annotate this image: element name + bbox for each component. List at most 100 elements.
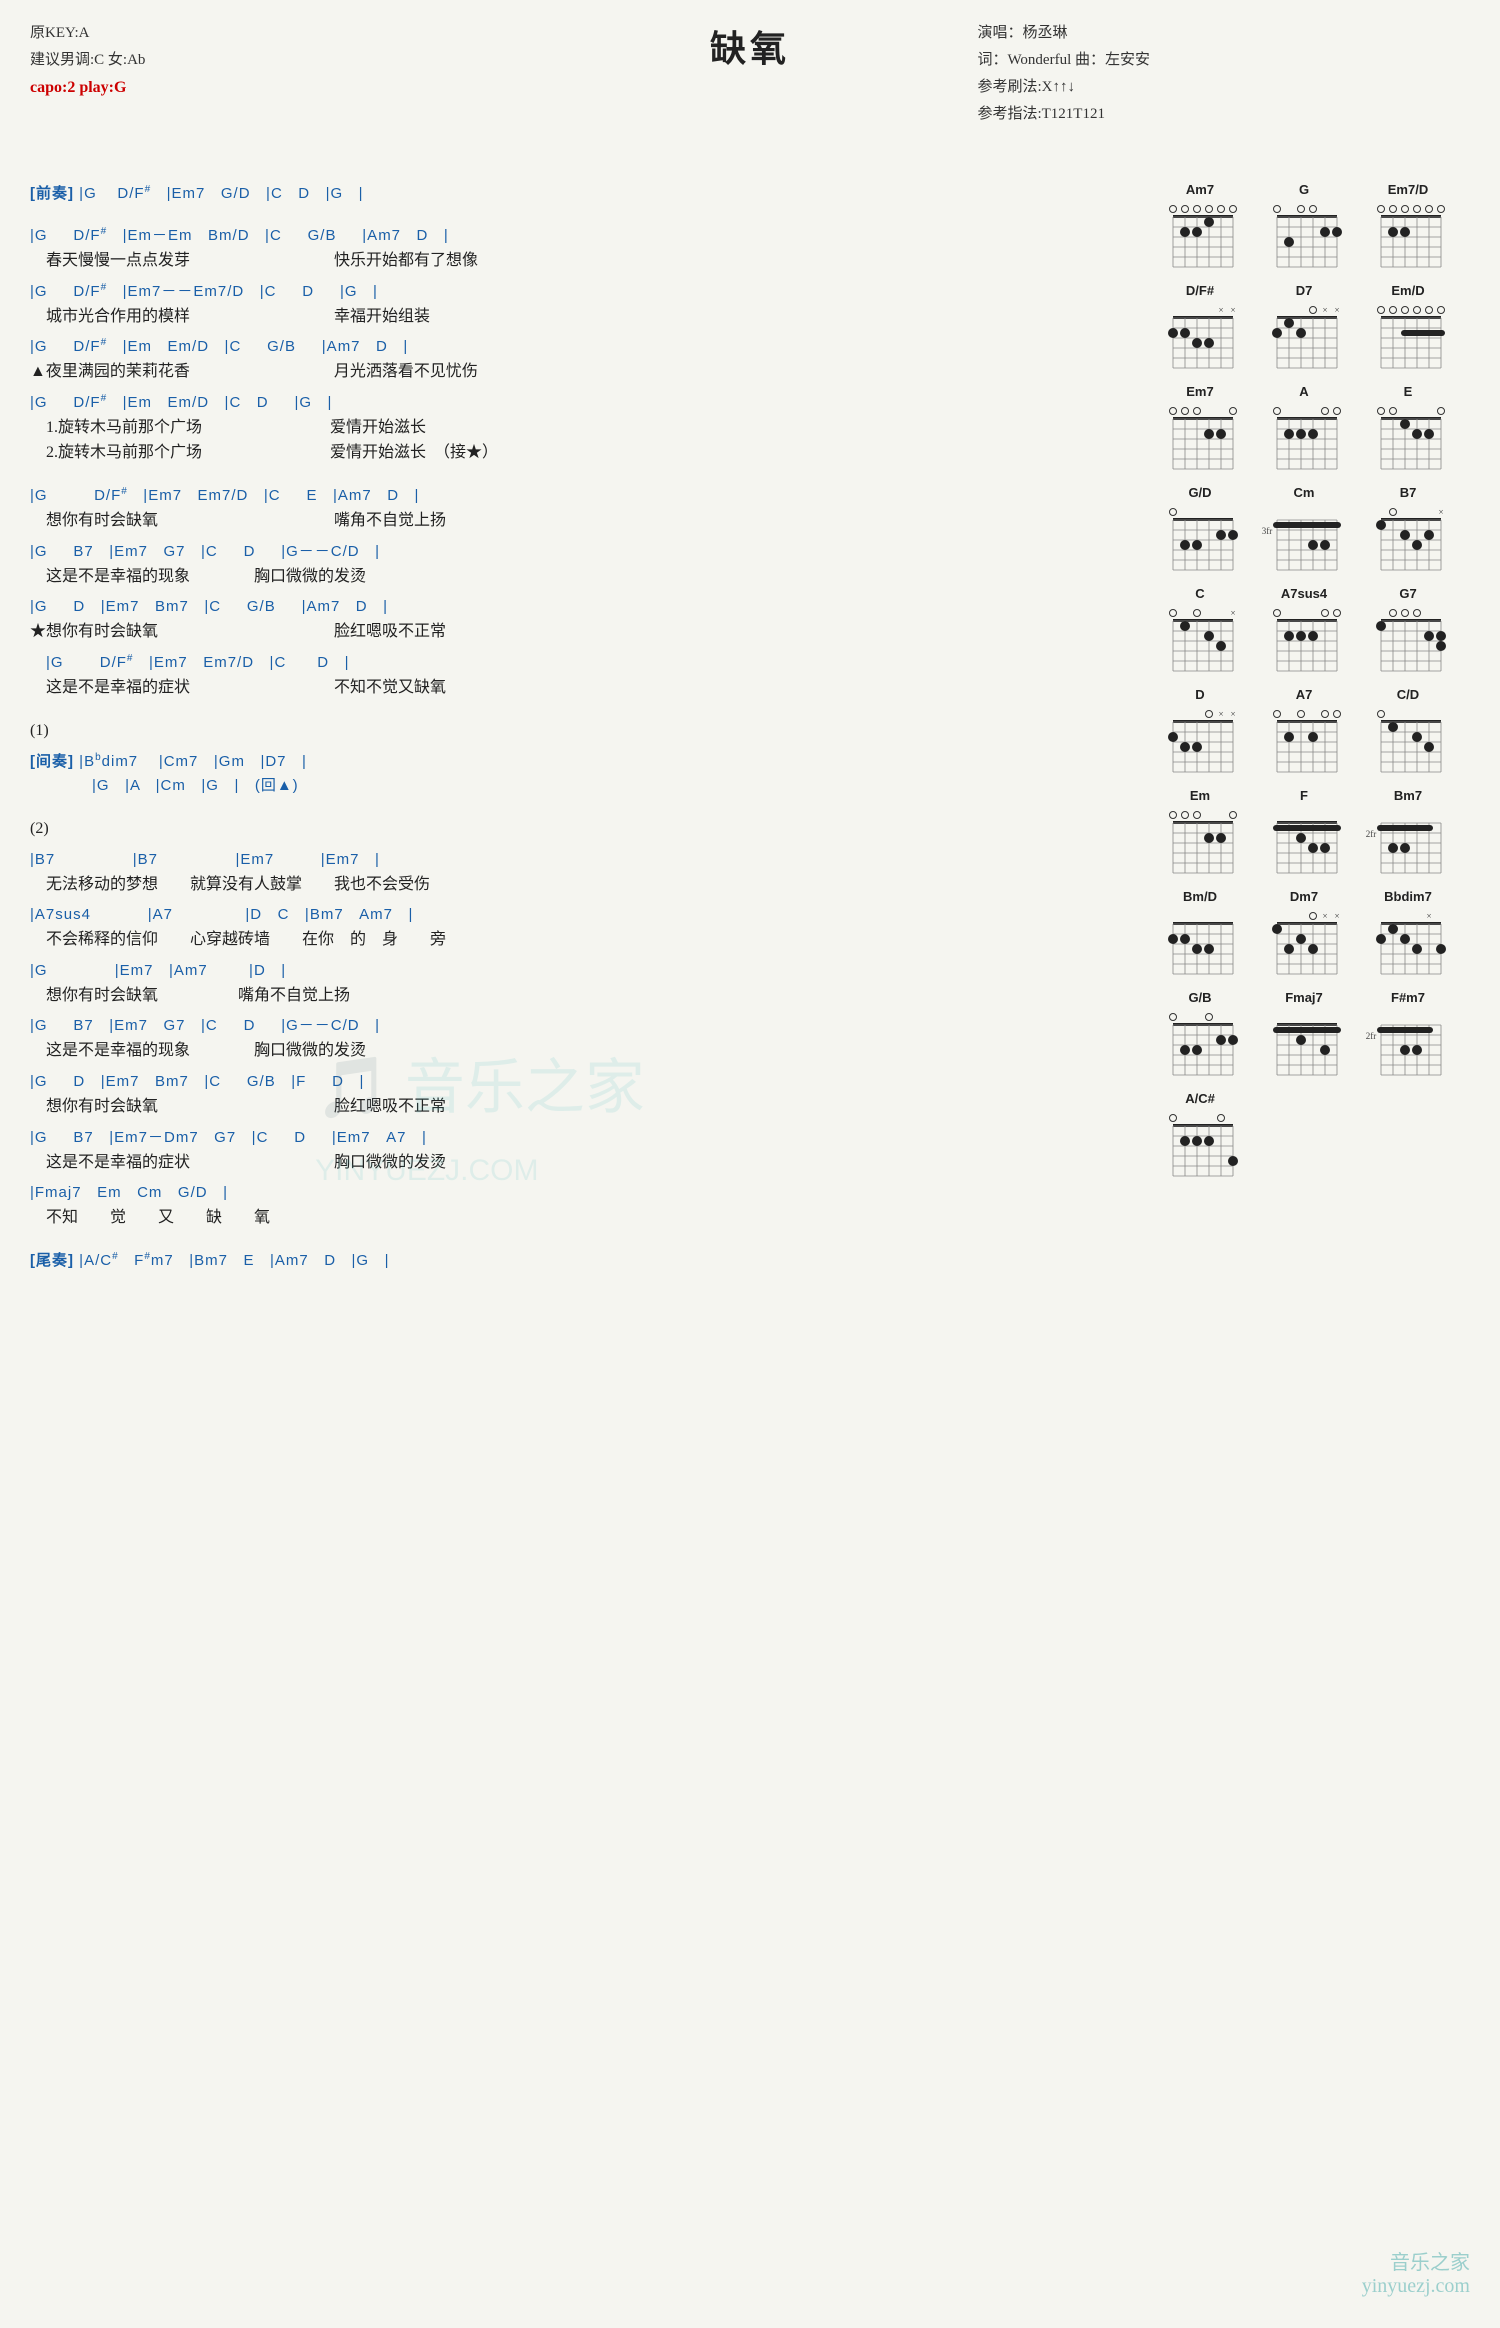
cl3-chords: |G D |Em7 Bm7 |C G/B |Am7 D | bbox=[30, 595, 1130, 619]
chord-diagram-b7: B7 × bbox=[1358, 485, 1458, 574]
v1l3-chords: |G D/F# |Em Em/D |C G/B |Am7 D | bbox=[30, 335, 1130, 359]
cl1-chords: |G D/F# |Em7 Em7/D |C E |Am7 D | bbox=[30, 484, 1130, 508]
bridge-line4: |G B7 |Em7 G7 |C D |G－－C/D | 这是不是幸福的现象 胸… bbox=[30, 1014, 1130, 1064]
cl4-chords: |G D/F# |Em7 Em7/D |C D | bbox=[30, 651, 1130, 675]
words-music: 词：Wonderful 曲：左安安 bbox=[977, 47, 1150, 74]
chord-name: C/D bbox=[1397, 687, 1419, 702]
bl3-lyrics: 想你有时会缺氧 嘴角不自觉上扬 bbox=[30, 983, 1130, 1009]
chord-name: Em bbox=[1190, 788, 1210, 803]
v1l4-lyrics1: 1.旋转木马前那个广场 爱情开始滋长 bbox=[30, 415, 1130, 441]
chord-name: Cm bbox=[1294, 485, 1315, 500]
chord-name: Dm7 bbox=[1290, 889, 1318, 904]
outro: [尾奏] |A/C# F#m7 |Bm7 E |Am7 D |G | bbox=[30, 1249, 1130, 1273]
chord-diagram-gb: G/B bbox=[1150, 990, 1250, 1079]
chord-name: F#m7 bbox=[1391, 990, 1425, 1005]
finger-pattern: 参考指法:T121T121 bbox=[977, 101, 1150, 128]
bl5-chords: |G D |Em7 Bm7 |C G/B |F D | bbox=[30, 1070, 1130, 1094]
prelude-section: [前奏] |G D/F# |Em7 G/D |C D |G | bbox=[30, 182, 1130, 206]
chord-diagram-g: G bbox=[1254, 182, 1354, 271]
chorus-line4: |G D/F# |Em7 Em7/D |C D | 这是不是幸福的症状 不知不觉… bbox=[30, 651, 1130, 701]
chord-diagram-ac: A/C# bbox=[1150, 1091, 1250, 1180]
chord-diagram-am7: Am7 bbox=[1150, 182, 1250, 271]
chord-diagram-a: A bbox=[1254, 384, 1354, 473]
chord-diagram-df: D/F#×× bbox=[1150, 283, 1250, 372]
interlude-chords2: |G |A |Cm |G | (回▲) bbox=[30, 774, 1130, 798]
cl4-lyrics: 这是不是幸福的症状 不知不觉又缺氧 bbox=[30, 675, 1130, 701]
section-1: (1) bbox=[30, 718, 1130, 744]
svg-text:2fr: 2fr bbox=[1366, 1031, 1377, 1041]
cl1-lyrics: 想你有时会缺氧 嘴角不自觉上扬 bbox=[30, 508, 1130, 534]
bl6-lyrics: 这是不是幸福的症状 胸口微微的发烫 bbox=[30, 1150, 1130, 1176]
v1l1-chords: |G D/F# |Em－Em Bm/D |C G/B |Am7 D | bbox=[30, 224, 1130, 248]
strum-pattern: 参考刷法:X↑↑↓ bbox=[977, 74, 1150, 101]
chord-name: Em7 bbox=[1186, 384, 1213, 399]
svg-text:×: × bbox=[1426, 911, 1431, 921]
score-section: [前奏] |G D/F# |Em7 G/D |C D |G | |G D/F# … bbox=[30, 182, 1150, 1279]
verse1-line4: |G D/F# |Em Em/D |C D |G | 1.旋转木马前那个广场 爱… bbox=[30, 391, 1130, 466]
chord-name: A/C# bbox=[1185, 1091, 1215, 1106]
bridge-line2: |A7sus4 |A7 |D C |Bm7 Am7 | 不会稀释的信仰 心穿越砖… bbox=[30, 903, 1130, 953]
v1l1-lyrics: 春天慢慢一点点发芽 快乐开始都有了想像 bbox=[30, 248, 1130, 274]
chord-diagram-bbdim7: Bbdim7 × bbox=[1358, 889, 1458, 978]
chord-name: A7sus4 bbox=[1281, 586, 1327, 601]
watermark-bottom: 音乐之家yinyuezj.com bbox=[1362, 2246, 1470, 2298]
chord-name: G/D bbox=[1188, 485, 1211, 500]
chord-diagram-emd: Em/D bbox=[1358, 283, 1458, 372]
bl1-lyrics: 无法移动的梦想 就算没有人鼓掌 我也不会受伤 bbox=[30, 872, 1130, 898]
chord-name: Bm/D bbox=[1183, 889, 1217, 904]
prelude-chords: [前奏] |G D/F# |Em7 G/D |C D |G | bbox=[30, 182, 1130, 206]
bl7-chords: |Fmaj7 Em Cm G/D | bbox=[30, 1181, 1130, 1205]
chord-diagram-f: F bbox=[1254, 788, 1354, 877]
interlude: [间奏] |Bbdim7 |Cm7 |Gm |D7 | |G |A |Cm |G… bbox=[30, 750, 1130, 798]
svg-text:×: × bbox=[1334, 911, 1339, 921]
v1l4-chords: |G D/F# |Em Em/D |C D |G | bbox=[30, 391, 1130, 415]
svg-text:×: × bbox=[1322, 911, 1327, 921]
chord-diagram-cm: Cm3fr bbox=[1254, 485, 1354, 574]
svg-text:2fr: 2fr bbox=[1366, 829, 1377, 839]
chord-name: A7 bbox=[1296, 687, 1313, 702]
chord-diagram-em7: Em7 bbox=[1150, 384, 1250, 473]
chord-diagram-gd: G/D bbox=[1150, 485, 1250, 574]
v1l3-lyrics: ▲夜里满园的茉莉花香 月光洒落看不见忧伤 bbox=[30, 359, 1130, 385]
chord-name: Am7 bbox=[1186, 182, 1214, 197]
bridge-line1: |B7 |B7 |Em7 |Em7 | 无法移动的梦想 就算没有人鼓掌 我也不会… bbox=[30, 848, 1130, 898]
bl2-chords: |A7sus4 |A7 |D C |Bm7 Am7 | bbox=[30, 903, 1130, 927]
chords-grid: Am7 GEm7/D D/F#×× D7 × × Em/D Em7 A E G/D Cm3fr B7 × C… bbox=[1150, 182, 1470, 1184]
chord-name: G/B bbox=[1188, 990, 1211, 1005]
chord-name: Em/D bbox=[1391, 283, 1424, 298]
singer: 演唱：杨丞琳 bbox=[977, 20, 1150, 47]
chorus-line3: |G D |Em7 Bm7 |C G/B |Am7 D | ★想你有时会缺氧 脸… bbox=[30, 595, 1130, 645]
svg-text:×: × bbox=[1230, 709, 1235, 719]
chord-diagram-em7d: Em7/D bbox=[1358, 182, 1458, 271]
chorus-line2: |G B7 |Em7 G7 |C D |G－－C/D | 这是不是幸福的现象 胸… bbox=[30, 540, 1130, 590]
svg-text:×: × bbox=[1438, 507, 1443, 517]
page-title: 缺氧 bbox=[30, 20, 1470, 72]
cl3-lyrics: ★想你有时会缺氧 脸红嗯吸不正常 bbox=[30, 619, 1130, 645]
suggested-key: 建议男调:C 女:Ab bbox=[30, 47, 145, 74]
chord-name: D bbox=[1195, 687, 1204, 702]
chord-diagram-bmd: Bm/D bbox=[1150, 889, 1250, 978]
bl4-chords: |G B7 |Em7 G7 |C D |G－－C/D | bbox=[30, 1014, 1130, 1038]
svg-text:×: × bbox=[1218, 305, 1223, 315]
cl2-chords: |G B7 |Em7 G7 |C D |G－－C/D | bbox=[30, 540, 1130, 564]
chords-panel: Am7 GEm7/D D/F#×× D7 × × Em/D Em7 A E G/D Cm3fr B7 × C… bbox=[1150, 182, 1470, 1279]
chord-diagram-bm7: Bm72fr bbox=[1358, 788, 1458, 877]
chord-diagram-g7: G7 bbox=[1358, 586, 1458, 675]
svg-text:×: × bbox=[1218, 709, 1223, 719]
chord-name: F bbox=[1300, 788, 1308, 803]
chord-name: B7 bbox=[1400, 485, 1417, 500]
chord-name: E bbox=[1404, 384, 1413, 399]
chord-name: D7 bbox=[1296, 283, 1313, 298]
chord-name: Bbdim7 bbox=[1384, 889, 1432, 904]
section-2: (2) bbox=[30, 816, 1130, 842]
cl2-lyrics: 这是不是幸福的现象 胸口微微的发烫 bbox=[30, 564, 1130, 590]
interlude-chords1: [间奏] |Bbdim7 |Cm7 |Gm |D7 | bbox=[30, 750, 1130, 774]
capo-info: capo:2 play:G bbox=[30, 74, 145, 103]
svg-text:×: × bbox=[1230, 608, 1235, 618]
verse1-line3: |G D/F# |Em Em/D |C G/B |Am7 D | ▲夜里满园的茉… bbox=[30, 335, 1130, 385]
section2-label: (2) bbox=[30, 816, 1130, 842]
bridge-line5: |G D |Em7 Bm7 |C G/B |F D | 想你有时会缺氧 脸红嗯吸… bbox=[30, 1070, 1130, 1120]
outro-chords: [尾奏] |A/C# F#m7 |Bm7 E |Am7 D |G | bbox=[30, 1249, 1130, 1273]
v1l4-lyrics2: 2.旋转木马前那个广场 爱情开始滋长 （接★） bbox=[30, 440, 1130, 466]
v1l2-lyrics: 城市光合作用的模样 幸福开始组装 bbox=[30, 304, 1130, 330]
